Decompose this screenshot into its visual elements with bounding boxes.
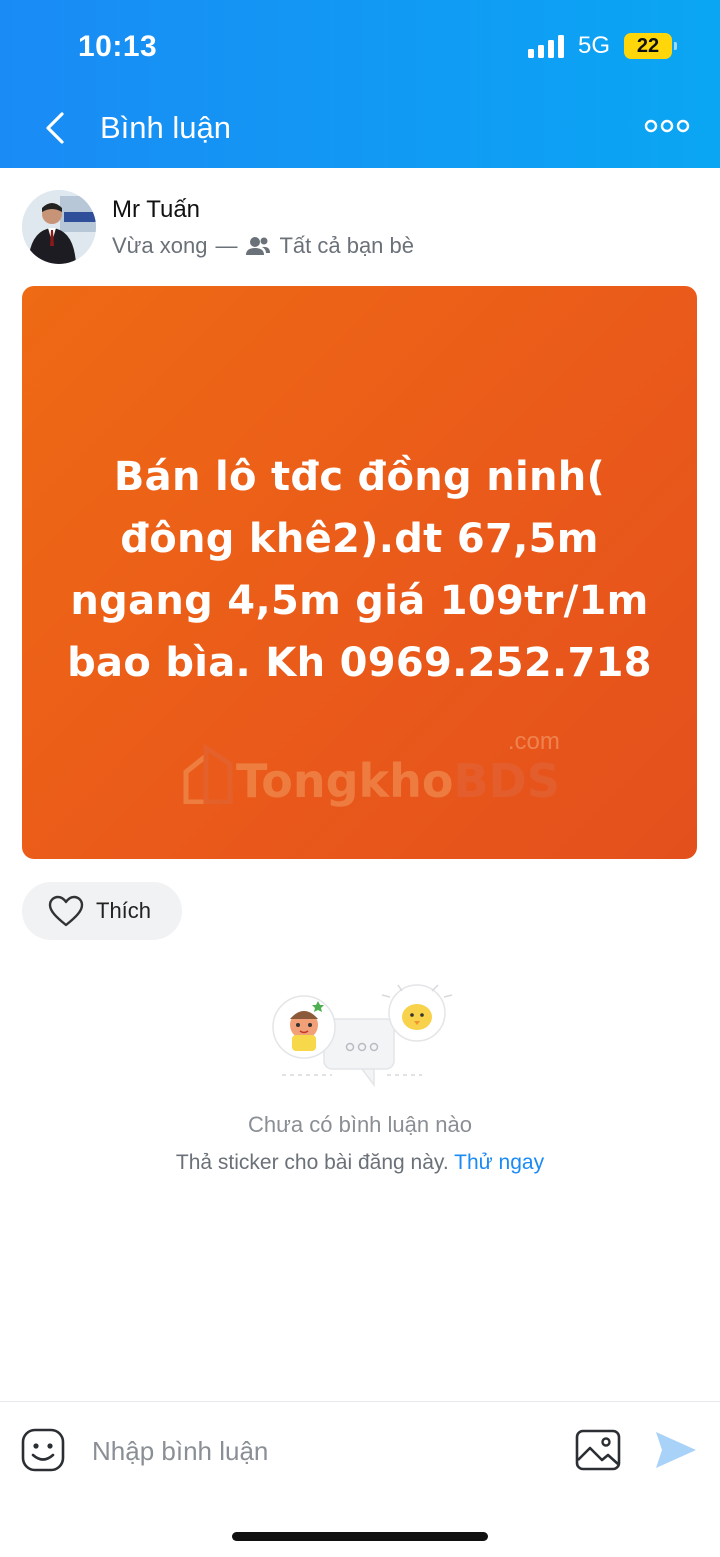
- comment-bar-divider: [0, 1401, 720, 1402]
- status-time: 10:13: [78, 30, 158, 63]
- sticker-icon[interactable]: [20, 1427, 66, 1473]
- status-indicators: 5G 22: [527, 32, 677, 60]
- image-icon[interactable]: [574, 1428, 622, 1472]
- like-label: Thích: [96, 898, 152, 923]
- post-body-text: Bán lô tđc đồng ninh( đông khê2).dt 67,5…: [67, 454, 652, 686]
- meta-separator: —: [215, 233, 238, 258]
- network-type: 5G: [577, 32, 610, 59]
- home-indicator: [232, 1532, 488, 1541]
- comment-input[interactable]: [92, 1428, 552, 1474]
- back-icon[interactable]: [36, 108, 76, 148]
- app-header: 10:13 5G 22 Bình luận: [0, 0, 720, 168]
- avatar-image: [22, 190, 96, 264]
- author-avatar[interactable]: [22, 190, 96, 264]
- author-name[interactable]: Mr Tuấn: [112, 196, 200, 224]
- try-now-link[interactable]: Thử ngay: [454, 1151, 544, 1174]
- post-time: Vừa xong: [112, 233, 208, 258]
- page-title: Bình luận: [100, 110, 231, 145]
- like-button[interactable]: Thích: [22, 882, 182, 940]
- post-audience: Tất cả bạn bè: [279, 233, 415, 258]
- house-logo-icon: [183, 744, 233, 804]
- send-icon[interactable]: [652, 1428, 698, 1472]
- friends-icon: [246, 237, 271, 255]
- watermark-domain: .com: [507, 728, 560, 755]
- more-options-icon[interactable]: [644, 114, 690, 138]
- empty-state-subtitle: Thả sticker cho bài đăng này. Thử ngay: [0, 1151, 720, 1175]
- watermark-text: Tongkho: [236, 754, 454, 808]
- empty-comments-illustration: [272, 984, 453, 1088]
- post-meta: Vừa xong — Tất cả bạn bè: [112, 233, 414, 259]
- empty-state-subtitle-text: Thả sticker cho bài đăng này.: [175, 1151, 449, 1174]
- post-content-card[interactable]: Bán lô tđc đồng ninh( đông khê2).dt 67,5…: [22, 286, 697, 859]
- battery-icon: 22: [624, 33, 677, 59]
- signal-icon: [527, 34, 564, 58]
- heart-icon: [48, 895, 84, 927]
- empty-state-title: Chưa có bình luận nào: [248, 1112, 472, 1137]
- watermark-bds: BDS: [453, 754, 560, 808]
- watermark-logo: Tongkho BDS .com: [182, 728, 560, 808]
